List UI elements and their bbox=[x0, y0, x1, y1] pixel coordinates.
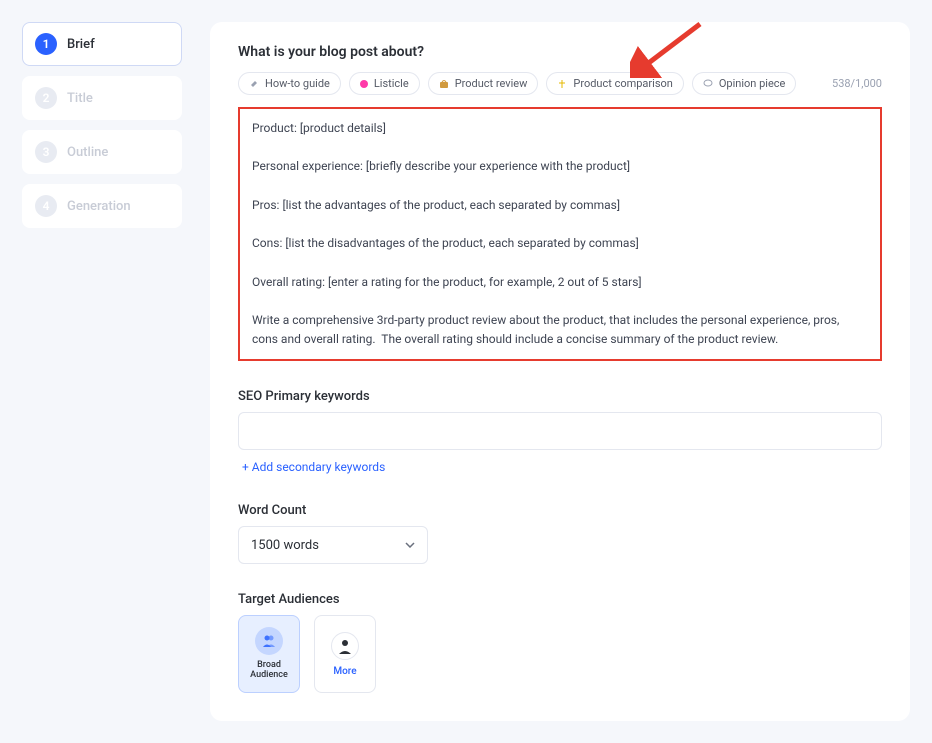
step-label: Generation bbox=[67, 199, 131, 214]
step-label: Brief bbox=[67, 37, 95, 52]
chip-product-comparison[interactable]: Product comparison bbox=[546, 72, 683, 95]
step-label: Title bbox=[67, 91, 93, 106]
char-counter: 538/1,000 bbox=[832, 77, 882, 90]
chat-icon bbox=[703, 79, 713, 89]
chip-label: Product comparison bbox=[573, 77, 672, 90]
sidebar: 1 Brief 2 Title 3 Outline 4 Generation bbox=[22, 22, 182, 721]
brief-question-title: What is your blog post about? bbox=[238, 44, 882, 60]
step-number: 4 bbox=[35, 195, 57, 217]
step-label: Outline bbox=[67, 145, 108, 160]
step-number: 2 bbox=[35, 87, 57, 109]
wrench-icon bbox=[249, 79, 259, 89]
chip-label: Opinion piece bbox=[719, 77, 786, 90]
scale-icon bbox=[557, 79, 567, 89]
chip-product-review[interactable]: Product review bbox=[428, 72, 539, 95]
users-icon bbox=[255, 627, 283, 655]
word-count-label: Word Count bbox=[238, 503, 882, 518]
add-secondary-keywords-link[interactable]: + Add secondary keywords bbox=[238, 460, 385, 474]
chip-how-to-guide[interactable]: How-to guide bbox=[238, 72, 341, 95]
post-type-chips: How-to guide Listicle Product review Pro… bbox=[238, 72, 882, 95]
target-audiences-label: Target Audiences bbox=[238, 592, 882, 607]
chip-listicle[interactable]: Listicle bbox=[349, 72, 420, 95]
step-number: 3 bbox=[35, 141, 57, 163]
audience-more-card[interactable]: More bbox=[314, 615, 376, 693]
audience-cards: Broad Audience More bbox=[238, 615, 882, 693]
word-count-select[interactable]: 1500 words bbox=[238, 526, 428, 564]
step-number: 1 bbox=[35, 33, 57, 55]
bag-icon bbox=[439, 79, 449, 89]
brief-textarea[interactable]: Product: [product details] Personal expe… bbox=[238, 107, 882, 361]
step-generation[interactable]: 4 Generation bbox=[22, 184, 182, 228]
chip-label: Product review bbox=[455, 77, 528, 90]
avatar-icon bbox=[331, 632, 359, 660]
step-outline[interactable]: 3 Outline bbox=[22, 130, 182, 174]
star-icon bbox=[360, 80, 368, 88]
main-panel: What is your blog post about? How-to gui… bbox=[210, 22, 910, 721]
step-title[interactable]: 2 Title bbox=[22, 76, 182, 120]
step-brief[interactable]: 1 Brief bbox=[22, 22, 182, 66]
audience-broad-card[interactable]: Broad Audience bbox=[238, 615, 300, 693]
chip-opinion-piece[interactable]: Opinion piece bbox=[692, 72, 797, 95]
word-count-selected: 1500 words bbox=[251, 538, 319, 553]
chevron-down-icon bbox=[405, 542, 415, 548]
audience-more-label: More bbox=[333, 666, 356, 677]
seo-primary-keywords-input[interactable] bbox=[238, 412, 882, 450]
chip-label: Listicle bbox=[374, 77, 409, 90]
audience-broad-label: Broad Audience bbox=[243, 661, 295, 681]
chip-label: How-to guide bbox=[265, 77, 330, 90]
seo-keywords-label: SEO Primary keywords bbox=[238, 389, 882, 404]
